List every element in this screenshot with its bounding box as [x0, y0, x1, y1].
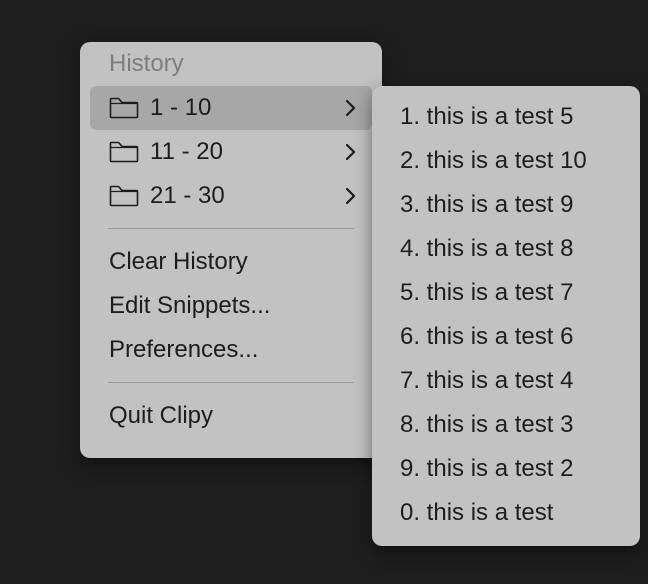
folder-item-11-20[interactable]: 11 - 20 [90, 130, 372, 174]
folder-label: 11 - 20 [150, 138, 223, 165]
history-entry[interactable]: 3. this is a test 9 [372, 183, 640, 227]
folder-item-1-10[interactable]: 1 - 10 [90, 86, 372, 130]
edit-snippets-item[interactable]: Edit Snippets... [80, 284, 382, 328]
chevron-right-icon [345, 187, 356, 205]
history-entry[interactable]: 0. this is a test [372, 491, 640, 535]
history-entry[interactable]: 5. this is a test 7 [372, 271, 640, 315]
history-entry[interactable]: 8. this is a test 3 [372, 403, 640, 447]
clear-history-item[interactable]: Clear History [80, 240, 382, 284]
history-entry[interactable]: 9. this is a test 2 [372, 447, 640, 491]
history-header: History [109, 50, 184, 77]
preferences-item[interactable]: Preferences... [80, 328, 382, 372]
history-menu: History 1 - 10 11 - 20 21 - 30 Clear His… [80, 42, 382, 458]
history-entry[interactable]: 1. this is a test 5 [372, 95, 640, 139]
folder-icon [109, 97, 139, 119]
folder-item-21-30[interactable]: 21 - 30 [90, 174, 372, 218]
folder-icon [109, 185, 139, 207]
menu-separator [108, 382, 354, 383]
history-entry[interactable]: 4. this is a test 8 [372, 227, 640, 271]
history-entry[interactable]: 6. this is a test 6 [372, 315, 640, 359]
history-submenu: 1. this is a test 5 2. this is a test 10… [372, 86, 640, 546]
folder-label: 21 - 30 [150, 182, 225, 209]
menu-separator [108, 228, 354, 229]
history-entry[interactable]: 7. this is a test 4 [372, 359, 640, 403]
chevron-right-icon [345, 143, 356, 161]
folder-label: 1 - 10 [150, 94, 212, 121]
history-entry[interactable]: 2. this is a test 10 [372, 139, 640, 183]
quit-clipy-item[interactable]: Quit Clipy [80, 394, 382, 438]
folder-icon [109, 141, 139, 163]
chevron-right-icon [345, 99, 356, 117]
